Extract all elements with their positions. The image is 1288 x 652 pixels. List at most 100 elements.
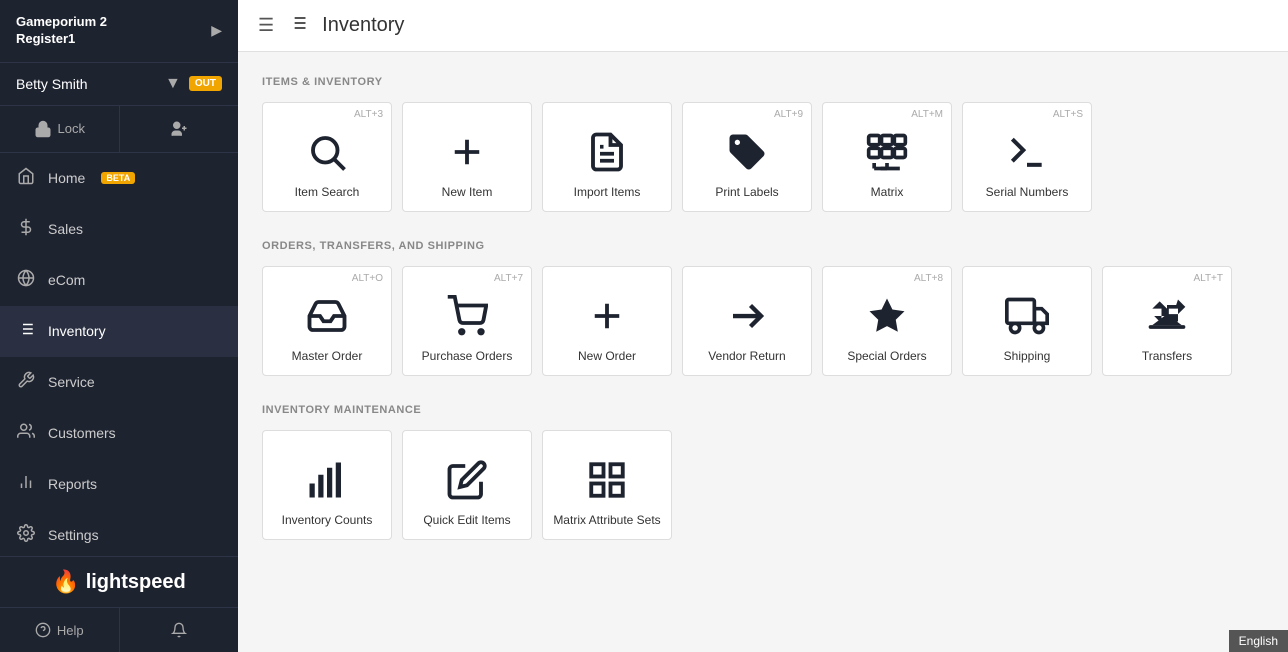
orders-tiles: ALT+O Master Order ALT+7 Purchase Orders [262, 266, 1264, 376]
bell-icon [171, 622, 187, 638]
sidebar-item-customers[interactable]: Customers [0, 408, 238, 459]
tile-quick-edit-items[interactable]: Quick Edit Items [402, 430, 532, 540]
shortcut-special-orders: ALT+8 [914, 273, 943, 284]
inventory-icon [16, 320, 36, 343]
import-icon [586, 127, 628, 177]
sidebar-item-sales-label: Sales [48, 221, 83, 237]
tile-special-orders-label: Special Orders [847, 349, 926, 365]
tile-item-search[interactable]: ALT+3 Item Search [262, 102, 392, 212]
tile-shipping[interactable]: Shipping [962, 266, 1092, 376]
tile-new-item-label: New Item [442, 185, 493, 201]
sidebar-item-home[interactable]: Home BETA [0, 153, 238, 204]
truck-icon [1005, 291, 1049, 341]
tile-new-order-label: New Order [578, 349, 636, 365]
plus-icon [446, 127, 488, 177]
language-badge[interactable]: English [1229, 630, 1288, 652]
tile-transfers[interactable]: ALT+T Transfers [1102, 266, 1232, 376]
tile-import-items[interactable]: Import Items [542, 102, 672, 212]
sidebar-item-ecom-label: eCom [48, 272, 85, 288]
topbar-page-icon [288, 13, 308, 38]
tile-matrix[interactable]: ALT+M Matrix [822, 102, 952, 212]
customers-icon [16, 422, 36, 445]
help-button[interactable]: Help [0, 608, 120, 652]
tile-transfers-label: Transfers [1142, 349, 1192, 365]
sidebar-item-settings-label: Settings [48, 527, 99, 543]
cart-icon [446, 291, 488, 341]
new-order-icon [586, 291, 628, 341]
tile-serial-numbers[interactable]: ALT+S Serial Numbers [962, 102, 1092, 212]
tile-shipping-label: Shipping [1004, 349, 1051, 365]
tile-master-order-label: Master Order [292, 349, 363, 365]
shortcut-serial-numbers: ALT+S [1053, 109, 1083, 120]
sidebar-user: Betty Smith ▼ OUT [0, 63, 238, 106]
user-dropdown-icon[interactable]: ▼ [165, 75, 181, 93]
tile-vendor-return-label: Vendor Return [708, 349, 785, 365]
sidebar-item-inventory[interactable]: Inventory [0, 306, 238, 357]
tile-new-item[interactable]: New Item [402, 102, 532, 212]
bar-chart-icon [306, 455, 348, 505]
sidebar-item-ecom[interactable]: eCom [0, 255, 238, 306]
lock-icon [34, 120, 52, 138]
sidebar-expand-icon[interactable]: ▶ [211, 22, 222, 39]
add-user-button[interactable] [120, 106, 239, 152]
label-icon [726, 127, 768, 177]
help-label: Help [57, 623, 84, 638]
sidebar-item-home-label: Home [48, 170, 85, 186]
ecom-icon [16, 269, 36, 292]
grid-icon [586, 455, 628, 505]
edit-icon [446, 455, 488, 505]
topbar: ☰ Inventory [238, 0, 1288, 52]
star-icon [866, 291, 908, 341]
tile-matrix-attribute-sets[interactable]: Matrix Attribute Sets [542, 430, 672, 540]
sidebar-bottom-nav: Help [0, 607, 238, 652]
sidebar: Gameporium 2 Register1 ▶ Betty Smith ▼ O… [0, 0, 238, 652]
beta-badge: BETA [101, 172, 135, 184]
sidebar-item-service-label: Service [48, 374, 95, 390]
page-title: Inventory [322, 14, 404, 37]
sidebar-item-sales[interactable]: Sales [0, 204, 238, 255]
main-content: ☰ Inventory ITEMS & INVENTORY ALT+3 Item… [238, 0, 1288, 652]
tile-special-orders[interactable]: ALT+8 Special Orders [822, 266, 952, 376]
store-name: Gameporium 2 [16, 14, 107, 31]
sidebar-item-customers-label: Customers [48, 425, 116, 441]
flame-icon: 🔥 [52, 569, 79, 595]
sidebar-item-service[interactable]: Service [0, 357, 238, 408]
tile-purchase-orders[interactable]: ALT+7 Purchase Orders [402, 266, 532, 376]
sales-icon [16, 218, 36, 241]
tile-vendor-return[interactable]: Vendor Return [682, 266, 812, 376]
sidebar-footer: 🔥 lightspeed [0, 556, 238, 607]
shortcut-item-search: ALT+3 [354, 109, 383, 120]
tile-import-items-label: Import Items [574, 185, 641, 201]
user-name: Betty Smith [16, 76, 157, 92]
sidebar-nav: Home BETA Sales eCom Inventory [0, 153, 238, 556]
tile-print-labels[interactable]: ALT+9 Print Labels [682, 102, 812, 212]
sidebar-item-reports[interactable]: Reports [0, 459, 238, 510]
tile-inventory-counts-label: Inventory Counts [282, 513, 373, 529]
user-status-badge: OUT [189, 76, 222, 91]
menu-icon[interactable]: ☰ [258, 15, 274, 36]
tile-inventory-counts[interactable]: Inventory Counts [262, 430, 392, 540]
tile-matrix-label: Matrix [871, 185, 904, 201]
help-icon [35, 622, 51, 638]
lightspeed-logo: 🔥 lightspeed [52, 569, 185, 595]
lock-label: Lock [58, 121, 85, 136]
section-inventory-maintenance-label: INVENTORY MAINTENANCE [262, 404, 1264, 416]
tile-master-order[interactable]: ALT+O Master Order [262, 266, 392, 376]
shortcut-purchase-orders: ALT+7 [494, 273, 523, 284]
tile-quick-edit-items-label: Quick Edit Items [423, 513, 510, 529]
lock-button[interactable]: Lock [0, 106, 120, 152]
settings-icon [16, 524, 36, 547]
terminal-icon [1005, 127, 1049, 177]
sidebar-item-settings[interactable]: Settings [0, 510, 238, 556]
shortcut-print-labels: ALT+9 [774, 109, 803, 120]
section-items-inventory-label: ITEMS & INVENTORY [262, 76, 1264, 88]
shortcut-matrix: ALT+M [911, 109, 943, 120]
content-area: ITEMS & INVENTORY ALT+3 Item Search New … [238, 52, 1288, 652]
tile-matrix-attribute-sets-label: Matrix Attribute Sets [553, 513, 660, 529]
inbox-icon [306, 291, 348, 341]
service-icon [16, 371, 36, 394]
tile-new-order[interactable]: New Order [542, 266, 672, 376]
section-orders-label: ORDERS, TRANSFERS, AND SHIPPING [262, 240, 1264, 252]
notifications-button[interactable] [120, 608, 239, 652]
tile-purchase-orders-label: Purchase Orders [422, 349, 513, 365]
